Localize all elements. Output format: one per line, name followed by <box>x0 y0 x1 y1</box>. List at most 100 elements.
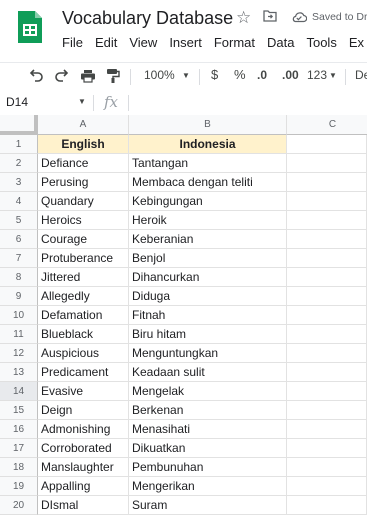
cell-indonesia[interactable]: Pembunuhan <box>129 458 287 477</box>
cell-english[interactable]: Quandary <box>38 192 129 211</box>
menu-file[interactable]: File <box>62 35 83 53</box>
row-header[interactable]: 6 <box>0 230 38 249</box>
redo-icon[interactable] <box>54 69 70 83</box>
cell-empty[interactable] <box>287 173 367 192</box>
cell-english[interactable]: Heroics <box>38 211 129 230</box>
cell-indonesia[interactable]: Menasihati <box>129 420 287 439</box>
cell-english[interactable]: Admonishing <box>38 420 129 439</box>
cell-indonesia[interactable]: Menguntungkan <box>129 344 287 363</box>
percent-format-button[interactable]: % <box>234 67 246 82</box>
row-header[interactable]: 18 <box>0 458 38 477</box>
cell-indonesia[interactable]: Benjol <box>129 249 287 268</box>
cell-empty[interactable] <box>287 458 367 477</box>
cell-english[interactable]: Jittered <box>38 268 129 287</box>
cell-indonesia[interactable]: Dikuatkan <box>129 439 287 458</box>
row-header[interactable]: 11 <box>0 325 38 344</box>
cloud-saved-icon[interactable] <box>291 11 307 23</box>
menu-data[interactable]: Data <box>267 35 294 53</box>
cell-empty[interactable] <box>287 344 367 363</box>
menu-tools[interactable]: Tools <box>306 35 336 53</box>
cell-empty[interactable] <box>287 306 367 325</box>
cell-empty[interactable] <box>287 192 367 211</box>
cell-indonesia[interactable]: Mengerikan <box>129 477 287 496</box>
cell-indonesia[interactable]: Tantangan <box>129 154 287 173</box>
select-all-corner[interactable] <box>0 115 38 135</box>
row-header[interactable]: 5 <box>0 211 38 230</box>
cell-indonesia[interactable]: Keadaan sulit <box>129 363 287 382</box>
cell-empty[interactable] <box>287 154 367 173</box>
cell-english[interactable]: Courage <box>38 230 129 249</box>
menu-edit[interactable]: Edit <box>95 35 117 53</box>
cell-empty[interactable] <box>287 325 367 344</box>
cell-english[interactable]: Corroborated <box>38 439 129 458</box>
cell-english[interactable]: Appalling <box>38 477 129 496</box>
cell-empty[interactable] <box>287 496 367 515</box>
row-header[interactable]: 4 <box>0 192 38 211</box>
cell-empty[interactable] <box>287 249 367 268</box>
cell-indonesia[interactable]: Mengelak <box>129 382 287 401</box>
cell-empty[interactable] <box>287 135 367 154</box>
row-header[interactable]: 12 <box>0 344 38 363</box>
move-to-folder-icon[interactable] <box>263 10 277 22</box>
menu-view[interactable]: View <box>129 35 157 53</box>
cell-english[interactable]: DIsmal <box>38 496 129 515</box>
increase-decimal-button[interactable]: .00 <box>282 68 299 82</box>
cell-english[interactable]: Perusing <box>38 173 129 192</box>
row-header[interactable]: 3 <box>0 173 38 192</box>
cell-indonesia[interactable]: Fitnah <box>129 306 287 325</box>
document-title[interactable]: Vocabulary Database <box>62 8 233 29</box>
cell-english[interactable]: Predicament <box>38 363 129 382</box>
row-header[interactable]: 2 <box>0 154 38 173</box>
sheets-logo-icon[interactable] <box>16 9 44 45</box>
header-cell-indonesia[interactable]: Indonesia <box>129 135 287 154</box>
paint-format-icon[interactable] <box>106 68 120 84</box>
cell-empty[interactable] <box>287 477 367 496</box>
row-header[interactable]: 15 <box>0 401 38 420</box>
star-icon[interactable]: ☆ <box>236 8 251 28</box>
row-header[interactable]: 17 <box>0 439 38 458</box>
currency-format-button[interactable]: $ <box>211 67 218 82</box>
cell-empty[interactable] <box>287 401 367 420</box>
cell-indonesia[interactable]: Heroik <box>129 211 287 230</box>
row-header[interactable]: 8 <box>0 268 38 287</box>
column-header-c[interactable]: C <box>287 115 367 135</box>
cell-indonesia[interactable]: Keberanian <box>129 230 287 249</box>
cell-indonesia[interactable]: Membaca dengan teliti <box>129 173 287 192</box>
row-header[interactable]: 10 <box>0 306 38 325</box>
cell-indonesia[interactable]: Suram <box>129 496 287 515</box>
cell-english[interactable]: Auspicious <box>38 344 129 363</box>
zoom-dropdown-icon[interactable]: ▼ <box>182 71 190 80</box>
print-icon[interactable] <box>80 69 96 83</box>
cell-empty[interactable] <box>287 382 367 401</box>
row-header[interactable]: 9 <box>0 287 38 306</box>
undo-icon[interactable] <box>28 69 44 83</box>
cell-english[interactable]: Protuberance <box>38 249 129 268</box>
name-box-dropdown-icon[interactable]: ▼ <box>78 97 86 106</box>
row-header[interactable]: 1 <box>0 135 38 154</box>
row-header[interactable]: 7 <box>0 249 38 268</box>
row-header[interactable]: 14 <box>0 382 38 401</box>
row-header[interactable]: 20 <box>0 496 38 515</box>
menu-format[interactable]: Format <box>214 35 255 53</box>
cell-english[interactable]: Defamation <box>38 306 129 325</box>
cell-indonesia[interactable]: Dihancurkan <box>129 268 287 287</box>
column-header-a[interactable]: A <box>38 115 129 135</box>
cell-empty[interactable] <box>287 439 367 458</box>
cell-empty[interactable] <box>287 363 367 382</box>
column-header-b[interactable]: B <box>129 115 287 135</box>
cell-english[interactable]: Blueblack <box>38 325 129 344</box>
cell-empty[interactable] <box>287 287 367 306</box>
cell-indonesia[interactable]: Kebingungan <box>129 192 287 211</box>
more-formats-button[interactable]: 123 <box>307 68 327 82</box>
cell-empty[interactable] <box>287 230 367 249</box>
cell-english[interactable]: Allegedly <box>38 287 129 306</box>
cell-empty[interactable] <box>287 211 367 230</box>
cell-indonesia[interactable]: Diduga <box>129 287 287 306</box>
cell-english[interactable]: Evasive <box>38 382 129 401</box>
font-select[interactable]: De <box>355 68 367 82</box>
row-header[interactable]: 19 <box>0 477 38 496</box>
decrease-decimal-button[interactable]: .0 <box>257 68 267 82</box>
name-box[interactable]: D14 <box>6 95 28 109</box>
cell-indonesia[interactable]: Berkenan <box>129 401 287 420</box>
row-header[interactable]: 16 <box>0 420 38 439</box>
